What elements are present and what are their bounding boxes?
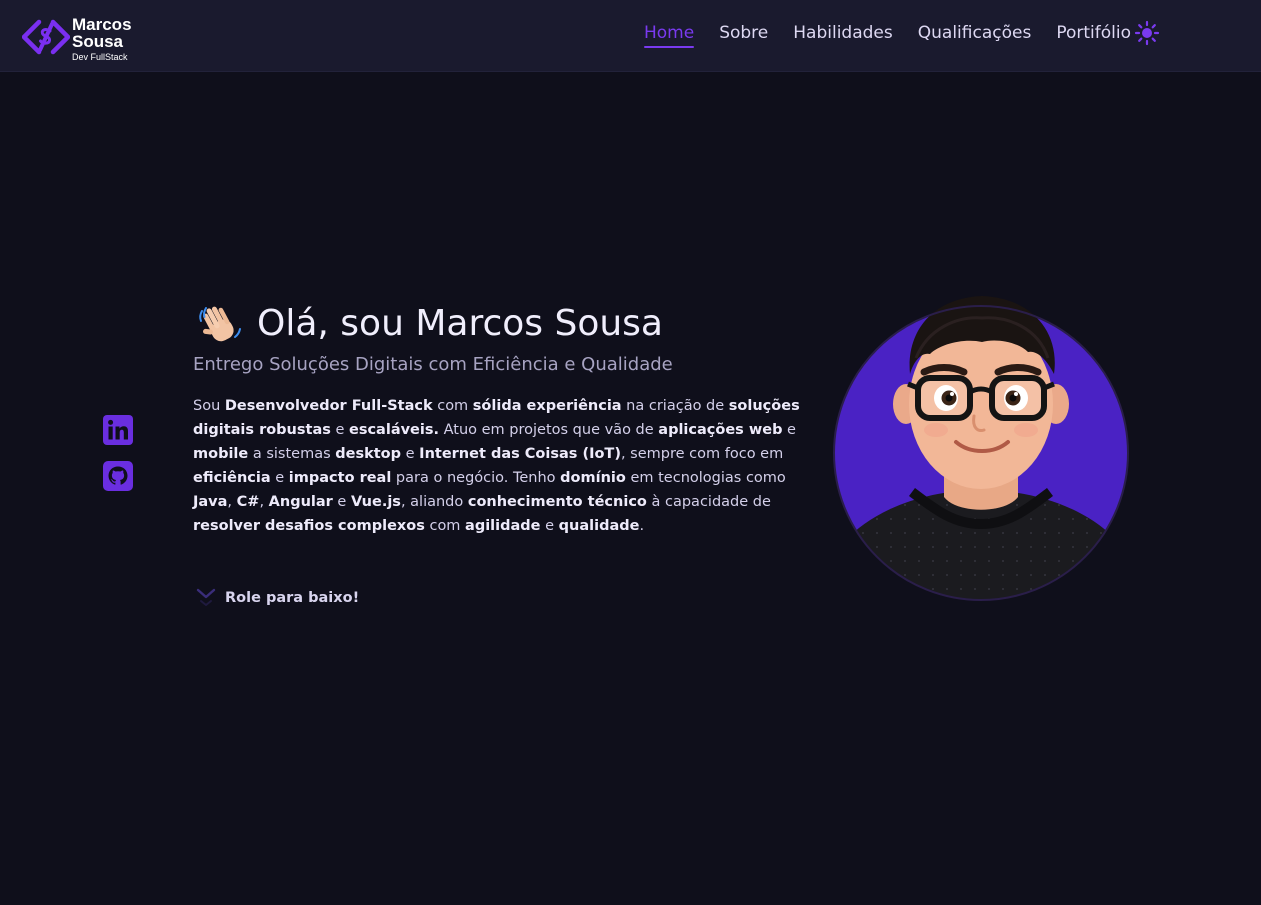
bio-text: e [540,518,559,534]
chevron-down-icon [196,588,216,606]
social-links [102,414,134,506]
bio-highlight: agilidade [465,518,541,534]
bio-text: , [259,494,269,510]
bio-highlight: desktop [335,446,402,462]
bio-text: e [782,422,796,438]
bio-highlight: domínio [560,470,626,486]
bio-highlight: mobile [193,446,249,462]
nav-link-habilidades[interactable]: Habilidades [793,22,892,44]
profile-avatar [833,296,1129,601]
bio-highlight: sólida experiência [472,398,622,414]
bio-text: , [227,494,237,510]
bio-text: , sempre com foco em [620,446,784,462]
bio-text: e [332,494,351,510]
nav-link-sobre[interactable]: Sobre [719,22,768,44]
bio-highlight: C# [236,494,260,510]
brand-logo[interactable]: Marcos Sousa Dev FullStack [22,16,152,64]
hero-section: Olá, sou Marcos Sousa Entrego Soluções D… [193,296,813,538]
brand-tagline: Dev FullStack [72,52,128,62]
bio-text: e [330,422,349,438]
bio-highlight: Angular [268,494,333,510]
scroll-label: Role para baixo! [225,590,360,606]
bio-highlight: Internet das Coisas (IoT) [419,446,621,462]
nav-link-portifolio[interactable]: Portifólio [1056,22,1131,44]
bio-text: para o negócio. Tenho [391,470,561,486]
bio-highlight: Java [193,494,228,510]
bio-text: com [424,518,466,534]
hero-heading: Olá, sou Marcos Sousa [193,296,813,352]
nav-link-home[interactable]: Home [644,22,695,48]
hero-title: Olá, sou Marcos Sousa [257,303,663,344]
bio-text: a sistemas [248,446,336,462]
bio-text: Sou [193,398,225,414]
bio-text: . [639,518,645,534]
hero-subtitle: Entrego Soluções Digitais com Eficiência… [193,354,673,375]
bio-text: à capacidade de [646,494,771,510]
bio-text: Atuo em projetos que vão de [439,422,659,438]
bio-highlight: qualidade [558,518,640,534]
bio-text: e [270,470,289,486]
bio-text: com [432,398,473,414]
bio-highlight: Desenvolvedor Full-Stack [224,398,433,414]
bio-text: , aliando [400,494,468,510]
bio-highlight: escaláveis. [349,422,439,438]
bio-highlight: resolver desafios complexos [193,518,425,534]
scroll-down-button[interactable]: Role para baixo! [195,584,359,612]
bio-highlight: aplicações web [658,422,783,438]
code-logo-icon [22,19,70,55]
github-link[interactable] [102,460,134,492]
bio-highlight: eficiência [193,470,271,486]
bio-text: e [401,446,420,462]
hero-bio: Sou Desenvolvedor Full-Stack com sólida … [193,394,805,538]
bio-text: na criação de [621,398,729,414]
navbar: Marcos Sousa Dev FullStack Home Sobre Ha… [0,0,1261,72]
linkedin-icon [103,415,133,445]
bio-text: em tecnologias como [625,470,786,486]
waving-hand-icon [199,306,241,342]
bio-highlight: impacto real [288,470,392,486]
sun-icon[interactable] [1134,20,1160,46]
nav-link-qualificacoes[interactable]: Qualificações [918,22,1032,44]
bio-highlight: conhecimento técnico [467,494,647,510]
linkedin-link[interactable] [102,414,134,446]
main-nav: Home Sobre Habilidades Qualificações Por… [644,22,1131,48]
github-icon [103,461,133,491]
bio-highlight: Vue.js [350,494,401,510]
brand-name-first: Marcos [72,15,132,34]
brand-name-last: Sousa [72,32,124,51]
